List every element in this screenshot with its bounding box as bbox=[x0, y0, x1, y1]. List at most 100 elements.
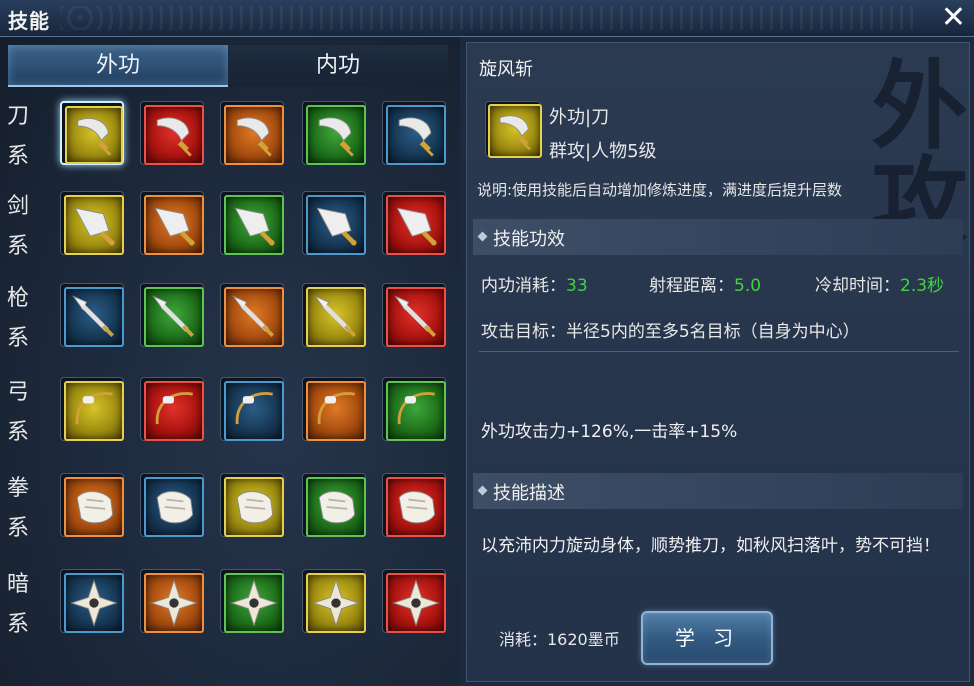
blade-icon bbox=[65, 106, 123, 164]
category-label-char: 剑 bbox=[6, 194, 29, 219]
stat-range: 射程距离：5.0 bbox=[649, 271, 761, 296]
category-label-char: 系 bbox=[6, 326, 29, 351]
skill-target-level: 群攻|人物5级 bbox=[549, 141, 657, 162]
skill-slot[interactable] bbox=[60, 191, 124, 255]
category-label-char: 系 bbox=[6, 420, 29, 445]
bow-icon bbox=[224, 381, 284, 441]
title-bar: 技能 ✕ bbox=[0, 0, 974, 37]
description-header-label: 技能描述 bbox=[493, 483, 565, 504]
skill-slot[interactable] bbox=[140, 377, 204, 441]
category-label: 剑系 bbox=[4, 187, 32, 267]
blade-icon bbox=[306, 105, 366, 165]
skill-slot[interactable] bbox=[220, 377, 284, 441]
window-title: 技能 bbox=[8, 9, 50, 33]
blade-icon bbox=[488, 104, 542, 158]
stat-cooldown: 冷却时间：2.3秒 bbox=[815, 271, 944, 296]
spear-icon bbox=[64, 287, 124, 347]
skill-slot[interactable] bbox=[220, 569, 284, 633]
blade-icon bbox=[144, 105, 204, 165]
stat-range-value: 5.0 bbox=[734, 276, 762, 296]
skill-tabs: 外功 内功 bbox=[8, 45, 448, 87]
skill-story: 以充沛内力旋动身体，顺势推刀，如秋风扫落叶，势不可挡！ bbox=[481, 536, 940, 556]
skill-slot[interactable] bbox=[302, 101, 366, 165]
category-row-bow: 弓系 bbox=[0, 373, 460, 463]
shuriken-icon bbox=[64, 573, 124, 633]
category-label-char: 暗 bbox=[6, 572, 29, 597]
category-row-fist: 拳系 bbox=[0, 469, 460, 559]
skill-slot[interactable] bbox=[382, 283, 446, 347]
skill-slot[interactable] bbox=[302, 569, 366, 633]
category-label-char: 系 bbox=[6, 144, 29, 169]
fist-icon bbox=[64, 477, 124, 537]
category-label: 拳系 bbox=[4, 469, 32, 549]
stat-cooldown-value: 2.3秒 bbox=[900, 276, 945, 296]
skill-detail-icon bbox=[485, 101, 542, 158]
fist-icon bbox=[306, 477, 366, 537]
learn-button[interactable]: 学 习 bbox=[641, 611, 773, 665]
shuriken-icon bbox=[144, 573, 204, 633]
skill-slot[interactable] bbox=[220, 473, 284, 537]
skill-slot[interactable] bbox=[140, 283, 204, 347]
category-label: 弓系 bbox=[4, 373, 32, 453]
skill-slot[interactable] bbox=[60, 569, 124, 633]
shuriken-icon bbox=[306, 573, 366, 633]
skill-slot[interactable] bbox=[302, 191, 366, 255]
skill-slot[interactable] bbox=[140, 569, 204, 633]
divider bbox=[479, 351, 959, 352]
skill-slot[interactable] bbox=[382, 101, 446, 165]
skill-slot[interactable] bbox=[60, 283, 124, 347]
skill-slot[interactable] bbox=[382, 473, 446, 537]
category-row-blade: 刀系 bbox=[0, 97, 460, 187]
skill-slot[interactable] bbox=[140, 473, 204, 537]
sword-icon bbox=[64, 195, 124, 255]
spear-icon bbox=[224, 287, 284, 347]
skill-list-panel: 外功 内功 刀系剑系枪系弓系拳系暗系 bbox=[0, 37, 460, 686]
category-label: 刀系 bbox=[4, 97, 32, 177]
close-icon[interactable]: ✕ bbox=[941, 0, 966, 36]
skill-slot[interactable] bbox=[302, 283, 366, 347]
skill-slot[interactable] bbox=[60, 377, 124, 441]
shuriken-icon bbox=[224, 573, 284, 633]
skill-slot[interactable] bbox=[382, 191, 446, 255]
skill-slot[interactable] bbox=[302, 377, 366, 441]
category-row-spear: 枪系 bbox=[0, 279, 460, 369]
skill-slot[interactable] bbox=[302, 473, 366, 537]
category-label: 暗系 bbox=[4, 565, 32, 645]
description-header: 技能描述 bbox=[473, 473, 963, 509]
stat-mp-label: 内功消耗： bbox=[481, 276, 566, 296]
skill-type: 外功|刀 bbox=[549, 107, 610, 128]
skill-slot[interactable] bbox=[140, 191, 204, 255]
shuriken-icon bbox=[386, 573, 446, 633]
skill-slot[interactable] bbox=[140, 101, 204, 165]
fist-icon bbox=[386, 477, 446, 537]
bow-icon bbox=[144, 381, 204, 441]
sword-icon bbox=[224, 195, 284, 255]
tab-external[interactable]: 外功 bbox=[8, 45, 228, 87]
skill-detail-panel: 外攻 旋风斩 外功|刀 群攻|人物5级 说明:使用技能后自动增加修炼进度，满进度… bbox=[466, 42, 970, 682]
attack-target: 攻击目标：半径5内的至多5名目标（自身为中心） bbox=[481, 322, 860, 342]
stat-mp-value: 33 bbox=[566, 276, 588, 296]
blade-icon bbox=[386, 105, 446, 165]
skill-description: 说明:使用技能后自动增加修炼进度，满进度后提升层数 bbox=[477, 181, 843, 199]
skill-slot[interactable] bbox=[382, 569, 446, 633]
category-label-char: 系 bbox=[6, 234, 29, 259]
skill-slot[interactable] bbox=[220, 283, 284, 347]
stat-mp: 内功消耗：33 bbox=[481, 271, 588, 296]
skill-slot[interactable] bbox=[220, 101, 284, 165]
effects-header: 技能功效 bbox=[473, 219, 963, 255]
category-label-char: 刀 bbox=[6, 104, 29, 129]
skill-slot[interactable] bbox=[60, 101, 124, 165]
skill-slot[interactable] bbox=[220, 191, 284, 255]
skill-slot[interactable] bbox=[382, 377, 446, 441]
category-label-char: 枪 bbox=[6, 286, 29, 311]
skill-name: 旋风斩 bbox=[479, 59, 533, 80]
spear-icon bbox=[386, 287, 446, 347]
skill-slot[interactable] bbox=[60, 473, 124, 537]
tab-internal[interactable]: 内功 bbox=[228, 45, 448, 87]
category-label-char: 系 bbox=[6, 516, 29, 541]
category-label-char: 弓 bbox=[6, 380, 29, 405]
category-row-shuriken: 暗系 bbox=[0, 565, 460, 655]
fist-icon bbox=[224, 477, 284, 537]
sword-icon bbox=[306, 195, 366, 255]
sword-icon bbox=[144, 195, 204, 255]
